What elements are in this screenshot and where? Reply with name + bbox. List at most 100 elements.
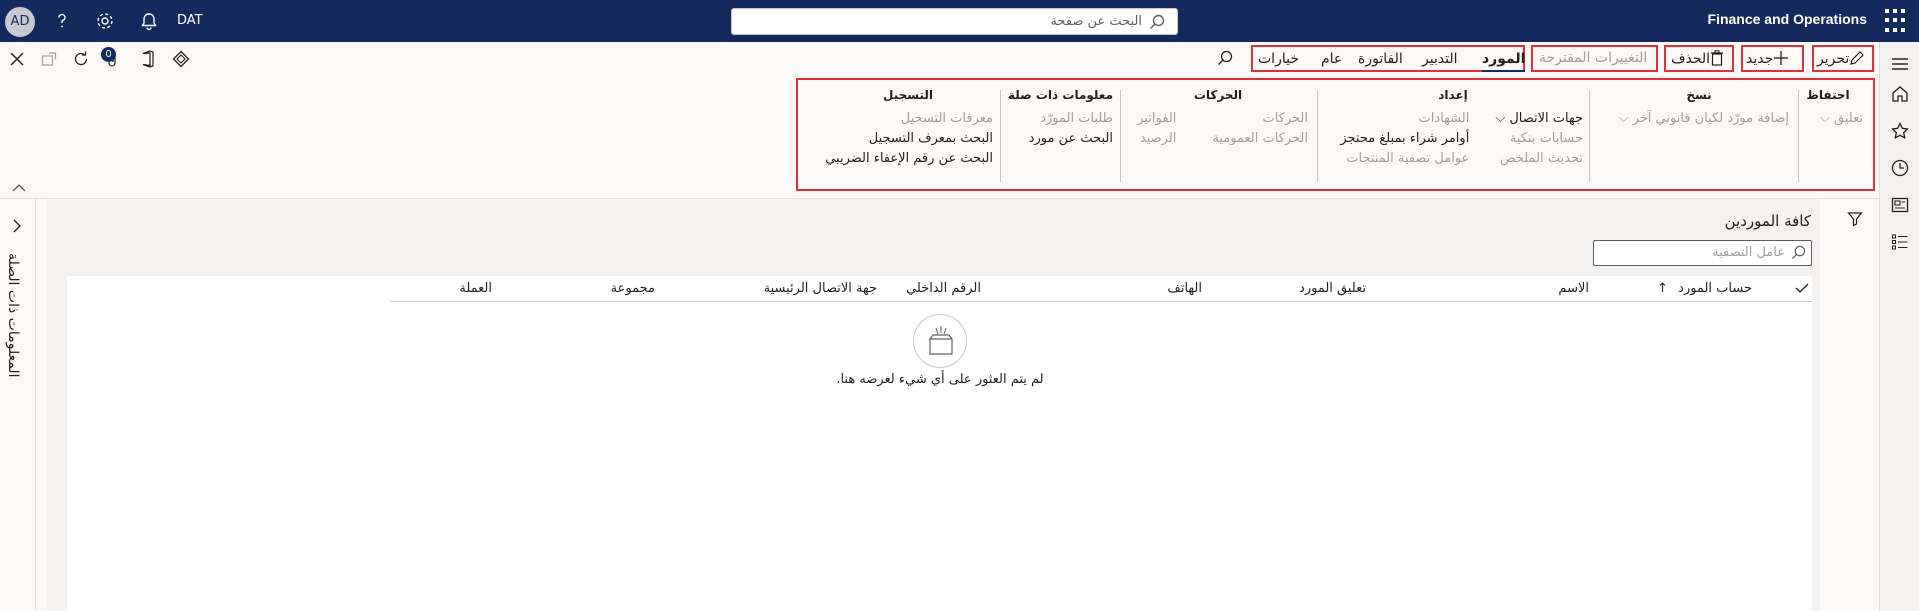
- tab-options[interactable]: خيارات: [1258, 51, 1299, 67]
- action-ribbon: احتفاظ تعليق ⌵ نسخ إضافة مورّد لكيان قان…: [796, 78, 1875, 191]
- notifications-icon[interactable]: [139, 11, 159, 31]
- quick-filter-input[interactable]: عامل التصفية: [1593, 240, 1812, 266]
- page-search-placeholder: البحث عن صفحة: [1050, 14, 1142, 29]
- attachments-count-badge: 0: [101, 47, 116, 62]
- tab-general[interactable]: عام: [1321, 51, 1342, 67]
- sort-ascending-arrow-icon: ↑: [1657, 281, 1669, 296]
- company-picker[interactable]: DAT: [177, 13, 203, 28]
- delete-button[interactable]: الحذف: [1671, 50, 1724, 67]
- ribbon-group-header: معلومات ذات صلة: [1007, 88, 1113, 102]
- app-launcher-icon[interactable]: [1885, 9, 1909, 33]
- ribbon-item-search-by-tax-exempt-number[interactable]: البحث عن رقم الإعفاء الضريبي: [823, 149, 993, 169]
- ribbon-item-certificates[interactable]: الشهادات: [1340, 109, 1470, 129]
- column-header-extension[interactable]: الرقم الداخلي: [906, 281, 981, 296]
- help-question-icon[interactable]: [52, 11, 72, 31]
- ribbon-group-related-info: معلومات ذات صلة طلبات المورّد البحث عن م…: [1007, 88, 1113, 149]
- ribbon-item-contacts[interactable]: جهات الاتصال ⌵: [1495, 109, 1583, 129]
- ribbon-group-registration: التسجيل معرفات التسجيل البحث بمعرف التسج…: [823, 88, 993, 169]
- ribbon-item-balance[interactable]: الرصيد: [1137, 129, 1177, 149]
- page-search-input[interactable]: البحث عن صفحة: [731, 8, 1178, 35]
- chevron-right-icon[interactable]: [10, 219, 24, 233]
- column-header-group[interactable]: مجموعة: [611, 281, 655, 296]
- ribbon-separator: [1589, 90, 1590, 182]
- ribbon-group-copy: نسخ إضافة مورّد لكيان قانوني آخر ⌵: [1609, 88, 1789, 129]
- settings-gear-icon[interactable]: [95, 11, 115, 31]
- collapse-ribbon-chevron-up-icon[interactable]: [12, 183, 26, 193]
- filter-funnel-icon[interactable]: [1847, 211, 1863, 227]
- ribbon-item-general-transactions[interactable]: الحركات العمومية: [1212, 129, 1308, 149]
- chevron-down-icon: ⌵: [1495, 111, 1506, 126]
- chevron-down-icon: ⌵: [1618, 111, 1629, 126]
- app-title[interactable]: Finance and Operations: [1708, 11, 1867, 27]
- hamburger-menu-icon[interactable]: [1890, 54, 1910, 74]
- open-in-new-window-icon[interactable]: [40, 50, 58, 68]
- ribbon-item-invoices[interactable]: الفواتير: [1137, 109, 1176, 129]
- modules-list-icon[interactable]: [1890, 232, 1910, 252]
- tab-vendor[interactable]: المورد: [1482, 51, 1526, 72]
- ribbon-separator: [1120, 90, 1121, 182]
- ribbon-item-bank-accounts[interactable]: حسابات بنكية: [1495, 129, 1583, 149]
- ribbon-item-add-vendor-legal-entity[interactable]: إضافة مورّد لكيان قانوني آخر ⌵: [1609, 109, 1789, 129]
- quick-filter-placeholder: عامل التصفية: [1712, 245, 1785, 260]
- empty-state-message: لم يتم العثور على أي شيء لعرضه هنا.: [836, 372, 1044, 387]
- ribbon-separator: [1798, 90, 1799, 182]
- empty-state-icon: [913, 314, 967, 368]
- select-all-checkmark-icon[interactable]: [1795, 282, 1809, 294]
- related-information-pane[interactable]: المعلومات ذات الصلة: [0, 199, 36, 611]
- ribbon-group-header: الحركات: [1193, 88, 1243, 102]
- edit-label: تحرير: [1817, 51, 1850, 67]
- ribbon-item-find-vendor[interactable]: البحث عن مورد: [1013, 129, 1113, 149]
- ribbon-group-hold: احتفاظ تعليق ⌵: [1793, 88, 1863, 129]
- ribbon-item-registration-ids[interactable]: معرفات التسجيل: [823, 109, 993, 129]
- ribbon-item-held-purchase-orders[interactable]: أوامر شراء بمبلغ محتجز: [1340, 129, 1469, 149]
- search-icon: [1150, 14, 1165, 29]
- column-header-name[interactable]: الاسم: [1558, 281, 1589, 296]
- ribbon-separator: [1317, 90, 1318, 182]
- power-apps-icon[interactable]: [172, 50, 190, 68]
- user-avatar[interactable]: AD: [5, 7, 35, 37]
- pencil-icon: [1850, 51, 1865, 65]
- ribbon-separator: [1000, 90, 1001, 182]
- ribbon-group-setup: إعداد جهات الاتصال ⌵ حسابات بنكية تحديث …: [1323, 88, 1583, 169]
- ribbon-group-header: نسخ: [1686, 88, 1712, 102]
- column-header-vendor-account[interactable]: حساب المورد ↑: [1657, 281, 1752, 296]
- action-search-icon[interactable]: [1217, 50, 1233, 66]
- ribbon-item-search-by-registration-id[interactable]: البحث بمعرف التسجيل: [823, 129, 993, 149]
- recent-clock-icon[interactable]: [1890, 158, 1910, 178]
- search-icon: [1791, 245, 1806, 260]
- chevron-down-icon: ⌵: [1820, 111, 1830, 126]
- favorites-star-icon[interactable]: [1890, 121, 1910, 141]
- tab-invoice[interactable]: الفاتورة: [1358, 51, 1403, 67]
- office-icon[interactable]: [139, 50, 157, 68]
- ribbon-item-vendor-requests[interactable]: طلبات المورّد: [1013, 109, 1113, 129]
- refresh-icon[interactable]: [72, 50, 90, 68]
- grid-header-divider: [390, 301, 1812, 302]
- column-header-vendor-hold[interactable]: تعليق المورد: [1299, 281, 1366, 296]
- column-header-label: حساب المورد: [1678, 281, 1752, 296]
- home-icon[interactable]: [1890, 84, 1910, 104]
- ribbon-item-hold[interactable]: تعليق ⌵: [1793, 109, 1863, 129]
- ribbon-item-transactions[interactable]: الحركات: [1212, 109, 1308, 129]
- workspaces-icon[interactable]: [1890, 195, 1910, 215]
- navigation-pane: [1879, 42, 1919, 611]
- new-button[interactable]: جديد: [1746, 50, 1789, 67]
- column-header-primary-contact[interactable]: جهة الاتصال الرئيسية: [764, 281, 877, 296]
- related-pane-label: المعلومات ذات الصلة: [5, 253, 21, 378]
- ribbon-item-label: إضافة مورّد لكيان قانوني آخر: [1632, 111, 1789, 126]
- delete-label: الحذف: [1671, 51, 1711, 67]
- tab-procurement[interactable]: التدبير: [1422, 51, 1458, 67]
- trash-icon: [1711, 50, 1724, 66]
- ribbon-item-product-filters[interactable]: عوامل تصفية المنتجات: [1340, 149, 1469, 169]
- column-header-currency[interactable]: العملة: [459, 281, 492, 296]
- suggested-changes-button[interactable]: التغييرات المقترحة: [1539, 50, 1647, 66]
- page-title: كافة الموردين: [1724, 212, 1811, 230]
- edit-button[interactable]: تحرير: [1817, 50, 1865, 67]
- top-navigation-bar: Finance and Operations البحث عن صفحة DAT…: [0, 0, 1919, 42]
- ribbon-item-update-summary[interactable]: تحديث الملخص: [1495, 149, 1583, 169]
- ribbon-group-header: إعداد: [1438, 88, 1468, 102]
- ribbon-item-label: تعليق: [1834, 111, 1863, 126]
- close-icon[interactable]: [8, 50, 26, 68]
- plus-icon: [1774, 51, 1789, 65]
- ribbon-group-transactions: الحركات الحركات الحركات العمومية الفواتي…: [1128, 88, 1308, 149]
- column-header-phone[interactable]: الهاتف: [1167, 281, 1202, 296]
